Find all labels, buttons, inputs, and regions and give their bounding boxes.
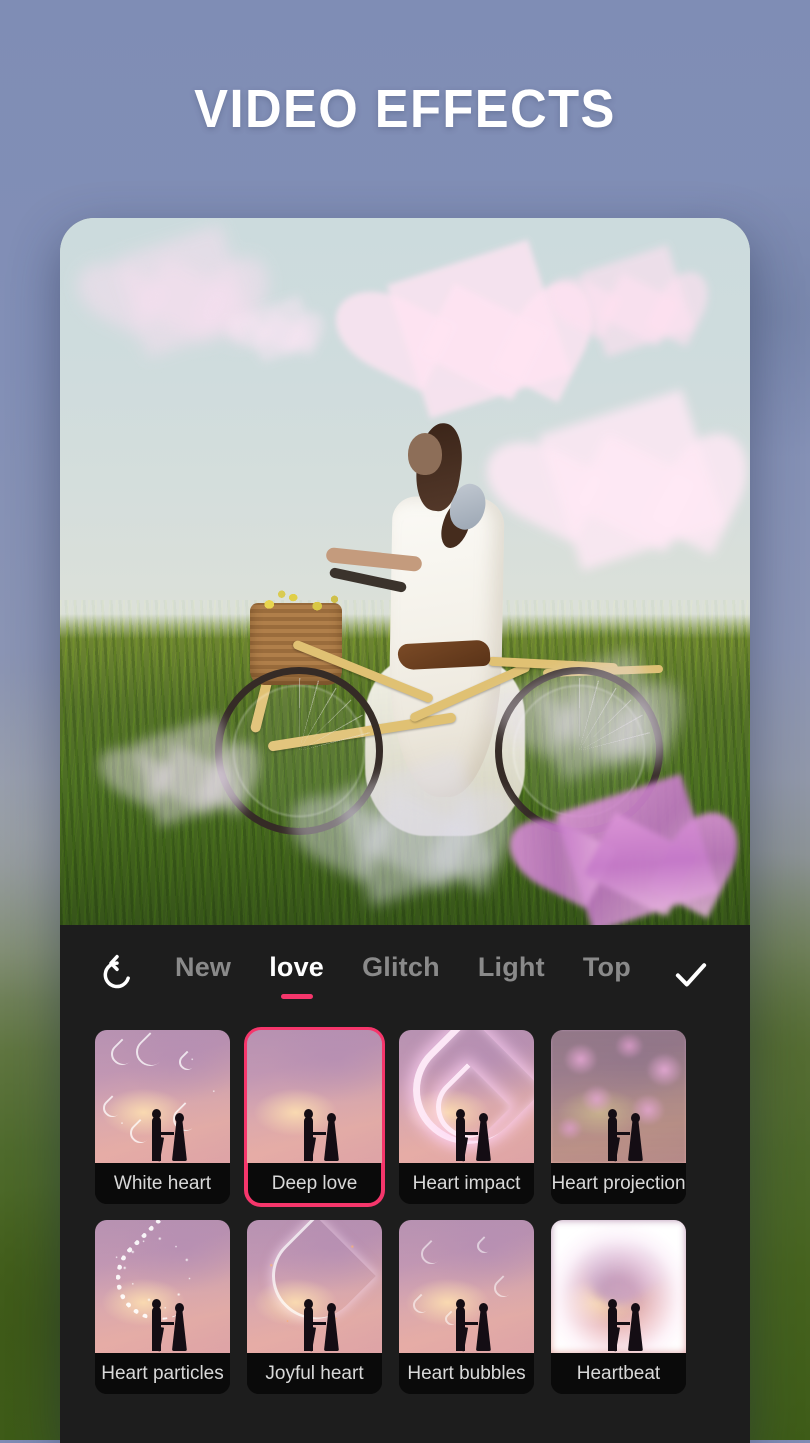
effect-label: Joyful heart [247,1353,382,1394]
couple-silhouette [95,1295,230,1351]
effect-tile-heart-particles[interactable]: Heart particles [95,1220,230,1394]
basket-flowers [250,584,346,618]
effects-editor-panel: New love Glitch Light Top [60,925,750,1443]
effect-thumbnail [399,1220,534,1353]
couple-silhouette [551,1105,686,1161]
effect-thumbnail [247,1220,382,1353]
head [408,433,442,475]
effect-thumbnail [95,1220,230,1353]
reset-button[interactable] [84,941,150,1007]
couple-silhouette [399,1105,534,1161]
effect-label: Heart impact [399,1163,534,1204]
couple-silhouette [551,1295,686,1351]
effects-toolbar: New love Glitch Light Top [60,925,750,1023]
tab-love-label: love [269,952,324,982]
check-icon [670,953,712,995]
effect-thumbnail [95,1030,230,1163]
effect-tile-heart-impact[interactable]: Heart impact [399,1030,534,1204]
couple-silhouette [247,1295,382,1351]
couple-silhouette [399,1295,534,1351]
effect-label: Heart bubbles [399,1353,534,1394]
effect-label: Heart particles [95,1353,230,1394]
effect-tile-heart-projection[interactable]: Heart projection [551,1030,686,1204]
effect-thumbnail [551,1220,686,1353]
confirm-button[interactable] [656,941,726,1007]
effect-tile-joyful-heart[interactable]: Joyful heart [247,1220,382,1394]
phone-mockup: New love Glitch Light Top [60,218,750,1443]
effect-label: Heart projection [551,1163,686,1204]
tab-love[interactable]: love [267,948,326,1001]
tab-active-underline [281,994,313,999]
effect-tile-white-heart[interactable]: White heart [95,1030,230,1204]
effect-thumbnail [399,1030,534,1163]
effects-grid: White heart Deep love [60,1023,750,1394]
bicycle-saddle [397,640,490,671]
tab-top[interactable]: Top [581,948,633,1001]
effect-label: Heartbeat [551,1353,686,1394]
couple-silhouette [95,1105,230,1161]
page-title: VIDEO EFFECTS [24,78,785,140]
effect-tile-heartbeat[interactable]: Heartbeat [551,1220,686,1394]
effect-thumbnail [247,1030,382,1163]
effect-tile-heart-bubbles[interactable]: Heart bubbles [399,1220,534,1394]
effect-label: White heart [95,1163,230,1204]
effect-label: Deep love [247,1163,382,1204]
effect-thumbnail [551,1030,686,1163]
tab-new[interactable]: New [173,948,233,1001]
tab-light[interactable]: Light [476,948,547,1001]
tab-glitch[interactable]: Glitch [360,948,442,1001]
couple-silhouette [247,1105,382,1161]
video-preview[interactable] [60,218,750,925]
effect-category-tabs: New love Glitch Light Top [150,948,656,1001]
effect-tile-deep-love[interactable]: Deep love [247,1030,382,1204]
reset-undo-icon [97,954,137,994]
